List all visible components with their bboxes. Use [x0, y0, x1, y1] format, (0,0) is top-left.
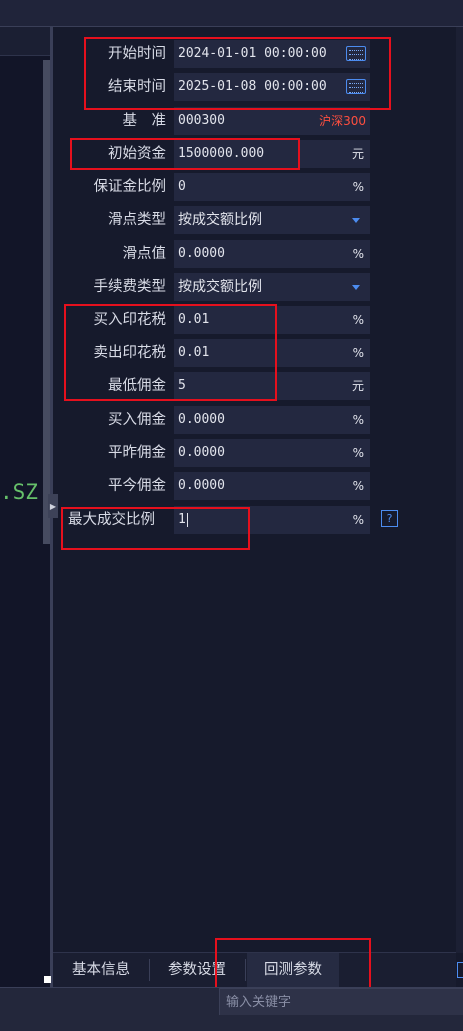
chevron-down-icon[interactable] [352, 218, 360, 223]
margin-ratio-unit: % [352, 180, 364, 194]
end-time-row: 结束时间 2025-01-08 00:00:00 [56, 73, 376, 101]
tab-basic-info[interactable]: 基本信息 [55, 953, 147, 987]
fee-type-label: 手续费类型 [93, 279, 167, 295]
end-time-label: 结束时间 [108, 79, 166, 95]
buy-commission-input[interactable]: 0.0000 % [174, 406, 370, 434]
start-time-label: 开始时间 [108, 46, 166, 62]
buy-commission-unit: % [352, 413, 364, 427]
min-commission-row: 最低佣金 5 元 [56, 372, 376, 400]
calendar-icon[interactable] [346, 79, 366, 94]
slippage-value-input[interactable]: 0.0000 % [174, 240, 370, 268]
right-edge-strip [456, 27, 463, 953]
buy-stamp-tax-input[interactable]: 0.01 % [174, 306, 370, 334]
slippage-type-row: 滑点类型 按成交额比例 [56, 206, 376, 234]
search-box[interactable] [219, 988, 463, 1015]
fee-type-value: 按成交额比例 [178, 279, 262, 295]
close-yesterday-commission-row: 平昨佣金 0.0000 % [56, 439, 376, 467]
sell-stamp-tax-value: 0.01 [178, 345, 210, 360]
sell-stamp-tax-row: 卖出印花税 0.01 % [56, 339, 376, 367]
initial-capital-label: 初始资金 [108, 146, 166, 162]
close-today-commission-value: 0.0000 [178, 478, 225, 493]
sell-stamp-tax-input[interactable]: 0.01 % [174, 339, 370, 367]
buy-stamp-tax-row: 买入印花税 0.01 % [56, 306, 376, 334]
margin-ratio-input[interactable]: 0 % [174, 173, 370, 201]
close-yesterday-commission-unit: % [352, 446, 364, 460]
search-input[interactable] [220, 989, 463, 1015]
min-commission-input[interactable]: 5 元 [174, 372, 370, 400]
max-fill-ratio-value: 1 [178, 512, 186, 527]
margin-ratio-label: 保证金比例 [93, 179, 167, 195]
tab-bar: 基本信息 参数设置 回测参数 [53, 952, 456, 987]
slippage-value-unit: % [352, 247, 364, 261]
close-today-commission-label: 平今佣金 [108, 478, 166, 494]
chevron-down-icon[interactable] [352, 285, 360, 290]
slippage-value-row: 滑点值 0.0000 % [56, 240, 376, 268]
tab-separator [149, 959, 150, 981]
buy-stamp-tax-value: 0.01 [178, 312, 210, 327]
slippage-type-select[interactable]: 按成交额比例 [174, 206, 370, 234]
max-fill-ratio-unit: % [352, 513, 364, 527]
end-time-field[interactable]: 2025-01-08 00:00:00 [174, 73, 370, 101]
slippage-type-value: 按成交额比例 [178, 212, 262, 228]
benchmark-label: 基 准 [122, 113, 167, 129]
top-bar [0, 0, 463, 27]
min-commission-unit: 元 [351, 379, 364, 393]
start-time-field[interactable]: 2024-01-01 00:00:00 [174, 40, 370, 68]
sell-stamp-tax-label: 卖出印花税 [93, 345, 167, 361]
margin-ratio-value: 0 [178, 179, 186, 194]
max-fill-ratio-value-wrap: 1 [178, 506, 188, 534]
end-time-value: 2025-01-08 00:00:00 [178, 79, 327, 94]
fee-type-select[interactable]: 按成交额比例 [174, 273, 370, 301]
start-time-value: 2024-01-01 00:00:00 [178, 46, 327, 61]
close-today-commission-input[interactable]: 0.0000 % [174, 472, 370, 500]
start-time-row: 开始时间 2024-01-01 00:00:00 [56, 40, 376, 68]
benchmark-row: 基 准 000300 沪深300 [56, 107, 376, 135]
initial-capital-unit: 元 [351, 147, 364, 161]
text-caret [186, 512, 188, 527]
max-fill-ratio-label: 最大成交比例 [68, 512, 155, 528]
initial-capital-value: 1500000.000 [178, 146, 265, 161]
code-fragment: .SZ [0, 480, 38, 504]
buy-commission-label: 买入佣金 [108, 412, 166, 428]
benchmark-field[interactable]: 000300 沪深300 [174, 107, 370, 135]
buy-stamp-tax-label: 买入印花税 [93, 312, 167, 328]
slippage-type-label: 滑点类型 [108, 212, 166, 228]
panel-toggle-icon[interactable] [457, 962, 463, 978]
close-today-commission-unit: % [352, 479, 364, 493]
tab-backtest-parameters[interactable]: 回测参数 [247, 953, 339, 987]
sell-stamp-tax-unit: % [352, 346, 364, 360]
buy-stamp-tax-unit: % [352, 313, 364, 327]
close-yesterday-commission-input[interactable]: 0.0000 % [174, 439, 370, 467]
slippage-value-label: 滑点值 [122, 246, 167, 262]
tab-parameter-settings[interactable]: 参数设置 [151, 953, 243, 987]
max-fill-ratio-input[interactable]: 1 % [174, 506, 370, 534]
min-commission-label: 最低佣金 [108, 378, 166, 394]
corner-marker [44, 976, 51, 983]
initial-capital-input[interactable]: 1500000.000 元 [174, 140, 370, 168]
tab-separator [245, 959, 246, 981]
fee-type-row: 手续费类型 按成交额比例 [56, 273, 376, 301]
help-icon[interactable]: ? [381, 510, 398, 527]
left-pane-header [0, 27, 50, 56]
benchmark-code: 000300 [178, 113, 225, 128]
initial-capital-row: 初始资金 1500000.000 元 [56, 140, 376, 168]
close-yesterday-commission-label: 平昨佣金 [108, 445, 166, 461]
left-pane-scrollbar[interactable] [43, 60, 50, 544]
buy-commission-value: 0.0000 [178, 412, 225, 427]
max-fill-ratio-row: 最大成交比例 1 % [56, 506, 376, 534]
min-commission-value: 5 [178, 378, 186, 393]
buy-commission-row: 买入佣金 0.0000 % [56, 406, 376, 434]
calendar-icon[interactable] [346, 46, 366, 61]
slippage-value-value: 0.0000 [178, 246, 225, 261]
margin-ratio-row: 保证金比例 0 % [56, 173, 376, 201]
close-today-commission-row: 平今佣金 0.0000 % [56, 472, 376, 500]
benchmark-name: 沪深300 [319, 114, 366, 128]
close-yesterday-commission-value: 0.0000 [178, 445, 225, 460]
